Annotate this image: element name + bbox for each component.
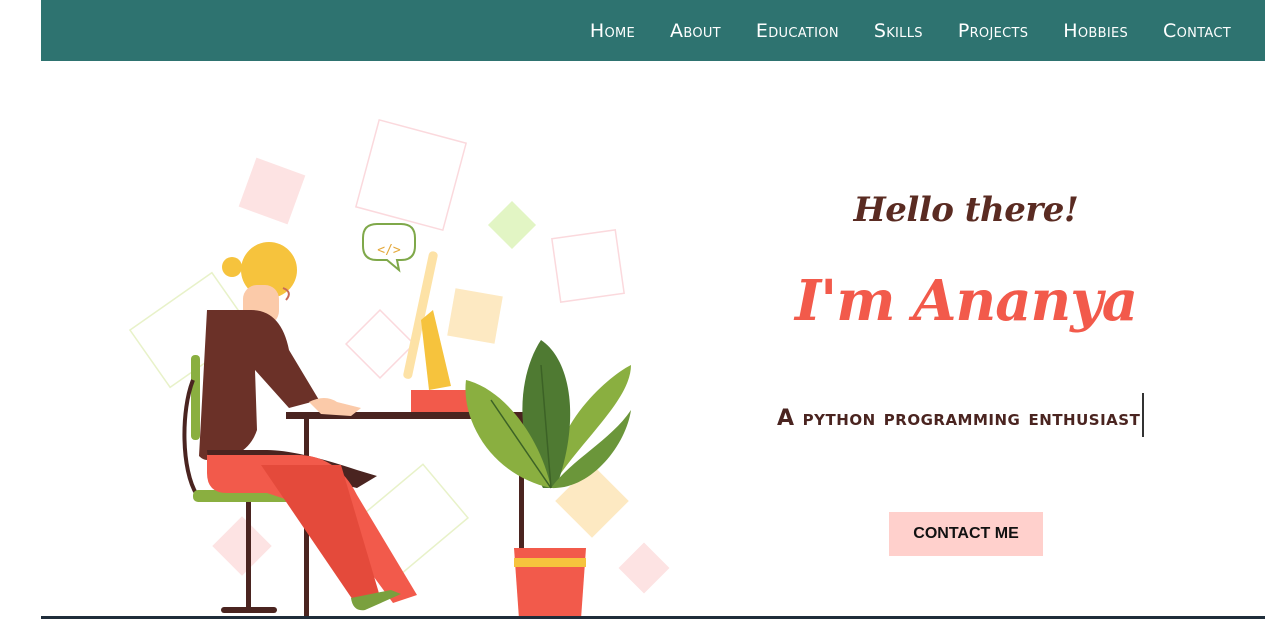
code-bubble-icon: </>: [362, 223, 416, 273]
nav-item-education[interactable]: Education: [756, 20, 839, 42]
greeting: Hello there!: [853, 190, 1079, 230]
nav-item-projects[interactable]: Projects: [958, 20, 1028, 42]
code-bubble-text: </>: [377, 243, 401, 258]
tagline-text: A python programming enthusiast: [777, 406, 1141, 431]
nav-item-about[interactable]: About: [670, 20, 721, 42]
navbar: Home About Education Skills Projects Hob…: [41, 0, 1265, 61]
nav-item-skills[interactable]: Skills: [874, 20, 923, 42]
typing-cursor: [1142, 393, 1145, 437]
tagline: A python programming enthusiast: [777, 393, 1145, 441]
contact-me-button[interactable]: CONTACT ME: [889, 512, 1043, 556]
nav-item-contact[interactable]: Contact: [1163, 20, 1231, 42]
hero-illustration: </>: [128, 118, 670, 619]
name-heading: I'm Ananya: [794, 268, 1138, 334]
nav-list: Home About Education Skills Projects Hob…: [590, 0, 1231, 61]
page: Home About Education Skills Projects Hob…: [41, 0, 1265, 619]
nav-item-home[interactable]: Home: [590, 20, 635, 42]
nav-item-hobbies[interactable]: Hobbies: [1063, 20, 1128, 42]
